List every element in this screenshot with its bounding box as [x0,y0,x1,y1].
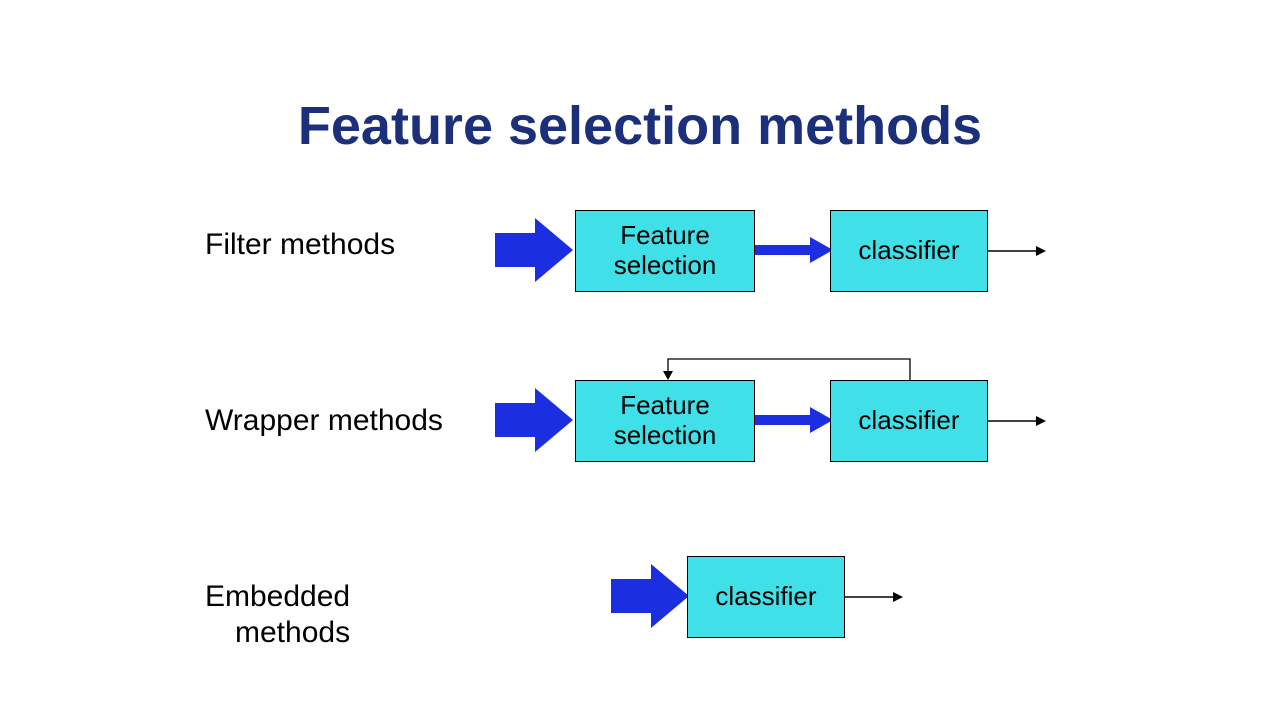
wrapper-label: Wrapper methods [205,404,443,438]
filter-classifier-box: classifier [830,210,988,292]
slide-title: Feature selection methods [0,95,1280,157]
output-arrow-icon [988,414,1048,428]
wrapper-feature-selection-box: Feature selection [575,380,755,462]
output-arrow-icon [845,590,905,604]
embedded-classifier-box: classifier [687,556,845,638]
filter-feature-selection-box: Feature selection [575,210,755,292]
input-arrow-icon [611,561,691,631]
input-arrow-icon [495,215,575,285]
arrow-right-icon [755,235,835,265]
arrow-right-icon [755,405,835,435]
filter-label: Filter methods [205,228,395,262]
embedded-label-line1: Embedded [205,580,350,614]
output-arrow-icon [988,244,1048,258]
feedback-arrow-icon [660,353,920,383]
embedded-label-line2: methods [235,616,350,650]
input-arrow-icon [495,385,575,455]
wrapper-classifier-box: classifier [830,380,988,462]
